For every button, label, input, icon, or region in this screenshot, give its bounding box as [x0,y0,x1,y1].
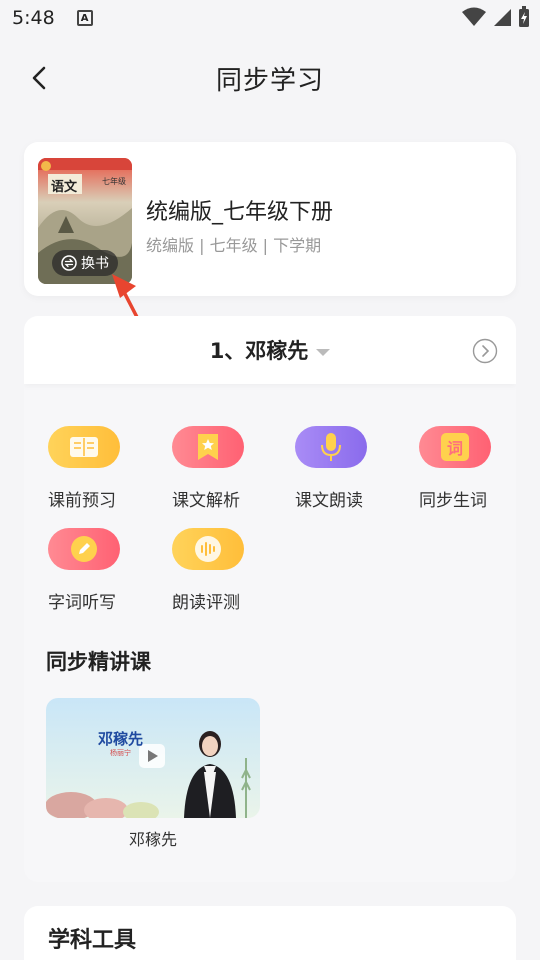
func-pill [295,426,367,468]
pencil-icon [71,536,97,562]
course-section-title: 同步精讲课 [46,650,151,674]
func-preview[interactable]: 课前预习 [48,426,148,526]
course-thumbnail[interactable]: 邓稼先 杨丽宁 [46,698,260,818]
star-bookmark-icon [198,434,218,460]
chevron-right-circle-icon[interactable] [472,338,498,364]
book-card[interactable]: 语文 七年级 换书 统编版_七年级下册 统编版 | 七年级 | 下学期 [24,142,516,296]
swap-icon [61,255,77,271]
tools-title: 学科工具 [48,928,137,953]
func-label: 朗读评测 [172,593,240,613]
swap-book-button[interactable]: 换书 [52,250,118,276]
signal-icon [494,9,511,26]
status-time: 5:48 [12,7,55,29]
word-icon-text: 词 [446,439,463,458]
func-label: 课文解析 [172,491,240,511]
course-thumb-subtitle: 杨丽宁 [110,749,131,757]
func-pill [48,426,120,468]
func-pill [172,528,244,570]
func-label: 同步生词 [419,491,487,511]
lesson-name: 1、邓稼先 [209,339,309,363]
soundwave-icon [195,536,221,562]
page-title: 同步学习 [215,65,324,96]
func-analysis[interactable]: 课文解析 [172,426,272,526]
tools-card: 学科工具 [24,906,516,960]
book-title: 统编版_七年级下册 [146,200,334,225]
course-thumb-title: 邓稼先 [98,730,144,748]
book-cover-title: 语文 [51,180,78,195]
book-icon [70,437,98,457]
swap-book-label: 换书 [81,256,109,272]
lesson-panel: 1、邓稼先 课前预习 课文解析 课文朗读 词 同步生词 字词听写 朗读评测 同步… [24,316,516,882]
word-icon: 词 [441,433,469,461]
book-cover-side-text: 七年级 [102,177,126,186]
func-pill [48,528,120,570]
microphone-icon [321,433,341,461]
notification-a-icon: A [76,10,93,26]
func-pill [172,426,244,468]
func-read-aloud[interactable]: 课文朗读 [295,426,395,526]
status-icons [462,6,530,28]
func-label: 字词听写 [48,593,116,613]
caret-down-icon [316,348,331,356]
func-reading-test[interactable]: 朗读评测 [172,528,272,628]
func-label: 课前预习 [48,491,116,511]
func-pill: 词 [419,426,491,468]
status-bar: 5:48 A [0,0,540,36]
nav-bar: 同步学习 [0,48,540,108]
wifi-icon [462,7,486,26]
book-meta: 统编版 | 七年级 | 下学期 [146,236,322,255]
func-label: 课文朗读 [295,491,363,511]
func-vocabulary[interactable]: 词 同步生词 [419,426,516,526]
course-caption: 邓稼先 [128,830,177,849]
battery-icon [519,6,529,27]
course-thumb-art [46,698,260,818]
back-icon[interactable] [26,64,54,92]
lesson-selector[interactable]: 1、邓稼先 [24,316,516,384]
func-dictation[interactable]: 字词听写 [48,528,148,628]
